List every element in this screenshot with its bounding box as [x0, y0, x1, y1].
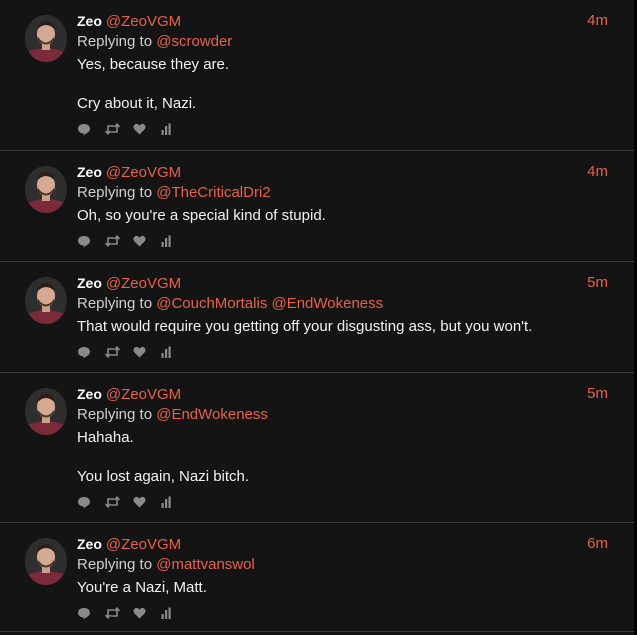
tweet-text: You're a Nazi, Matt.	[77, 578, 608, 598]
tweet-paragraph: You're a Nazi, Matt.	[77, 579, 207, 596]
avatar[interactable]	[25, 388, 67, 435]
tweet-text: Hahaha. You lost again, Nazi bitch.	[77, 428, 608, 487]
tweet-paragraph: That would require you getting off your …	[77, 318, 533, 335]
analytics-icon[interactable]	[161, 122, 189, 136]
tweet-text: That would require you getting off your …	[77, 317, 608, 337]
user-handle[interactable]: @ZeoVGM	[106, 13, 181, 30]
tweet-header: Zeo @ZeoVGM 5m	[77, 385, 608, 403]
reply-icon[interactable]	[77, 606, 105, 620]
reply-context: Replying to @TheCriticalDri2	[77, 183, 608, 203]
tweet-feed: Zeo @ZeoVGM 4m Replying to @scrowder Yes,…	[0, 0, 634, 635]
analytics-icon[interactable]	[161, 234, 189, 248]
display-name[interactable]: Zeo	[77, 275, 102, 291]
avatar[interactable]	[25, 277, 67, 324]
reply-context: Replying to @CouchMortalis @EndWokeness	[77, 294, 608, 314]
timestamp[interactable]: 5m	[587, 385, 608, 403]
tweet-item[interactable]: Zeo @ZeoVGM 5m Replying to @EndWokeness H…	[0, 373, 634, 523]
tweet-actions	[77, 345, 608, 359]
timestamp[interactable]: 4m	[587, 12, 608, 30]
tweet-actions	[77, 495, 608, 509]
reply-label: Replying to	[77, 406, 153, 423]
analytics-icon[interactable]	[161, 606, 189, 620]
tweet-header: Zeo @ZeoVGM 5m	[77, 274, 608, 292]
reply-icon[interactable]	[77, 345, 105, 359]
reply-icon[interactable]	[77, 122, 105, 136]
avatar[interactable]	[25, 538, 67, 585]
display-name[interactable]: Zeo	[77, 386, 102, 402]
retweet-icon[interactable]	[105, 495, 133, 509]
analytics-icon[interactable]	[161, 345, 189, 359]
analytics-icon[interactable]	[161, 495, 189, 509]
reply-label: Replying to	[77, 556, 153, 573]
tweet-item[interactable]: Zeo @ZeoVGM 4m Replying to @TheCriticalDr…	[0, 151, 634, 262]
retweet-icon[interactable]	[105, 345, 133, 359]
tweet-header: Zeo @ZeoVGM 4m	[77, 163, 608, 181]
reply-label: Replying to	[77, 184, 153, 201]
like-icon[interactable]	[133, 606, 161, 620]
tweet-header: Zeo @ZeoVGM 6m	[77, 535, 608, 553]
user-handle[interactable]: @ZeoVGM	[106, 275, 181, 292]
reply-to-link[interactable]: @TheCriticalDri2	[156, 184, 270, 201]
tweet-paragraph: Yes, because they are.	[77, 56, 230, 73]
display-name[interactable]: Zeo	[77, 536, 102, 552]
reply-to-link[interactable]: @CouchMortalis @EndWokeness	[156, 295, 383, 312]
tweet-header: Zeo @ZeoVGM 4m	[77, 12, 608, 30]
timestamp[interactable]: 6m	[587, 535, 608, 553]
reply-to-link[interactable]: @EndWokeness	[156, 406, 268, 423]
retweet-icon[interactable]	[105, 606, 133, 620]
timestamp[interactable]: 4m	[587, 163, 608, 181]
reply-to-link[interactable]: @scrowder	[156, 33, 232, 50]
user-handle[interactable]: @ZeoVGM	[106, 536, 181, 553]
reply-context: Replying to @mattvanswol	[77, 555, 608, 575]
user-handle[interactable]: @ZeoVGM	[106, 386, 181, 403]
like-icon[interactable]	[133, 495, 161, 509]
reply-label: Replying to	[77, 33, 153, 50]
reply-context: Replying to @EndWokeness	[77, 405, 608, 425]
timestamp[interactable]: 5m	[587, 274, 608, 292]
user-handle[interactable]: @ZeoVGM	[106, 164, 181, 181]
tweet-actions	[77, 606, 608, 620]
retweet-icon[interactable]	[105, 122, 133, 136]
reply-to-link[interactable]: @mattvanswol	[156, 556, 255, 573]
tweet-actions	[77, 234, 608, 248]
reply-context: Replying to @scrowder	[77, 32, 608, 52]
tweet-item[interactable]: Zeo @ZeoVGM 6m Replying to @mattvanswol Y…	[0, 523, 634, 632]
tweet-item[interactable]: Zeo @ZeoVGM 4m Replying to @scrowder Yes,…	[0, 0, 634, 151]
tweet-paragraph: You lost again, Nazi bitch.	[77, 468, 250, 485]
reply-icon[interactable]	[77, 234, 105, 248]
like-icon[interactable]	[133, 234, 161, 248]
display-name[interactable]: Zeo	[77, 13, 102, 29]
like-icon[interactable]	[133, 122, 161, 136]
tweet-item[interactable]: Zeo @ZeoVGM 5m Replying to @CouchMortalis…	[0, 262, 634, 373]
reply-label: Replying to	[77, 295, 153, 312]
display-name[interactable]: Zeo	[77, 164, 102, 180]
tweet-actions	[77, 122, 608, 136]
tweet-paragraph: Cry about it, Nazi.	[77, 95, 197, 112]
tweet-paragraph: Oh, so you're a special kind of stupid.	[77, 207, 326, 224]
tweet-text: Yes, because they are. Cry about it, Naz…	[77, 55, 608, 114]
tweet-text: Oh, so you're a special kind of stupid.	[77, 206, 608, 226]
retweet-icon[interactable]	[105, 234, 133, 248]
tweet-paragraph: Hahaha.	[77, 429, 134, 446]
avatar[interactable]	[25, 166, 67, 213]
avatar[interactable]	[25, 15, 67, 62]
reply-icon[interactable]	[77, 495, 105, 509]
like-icon[interactable]	[133, 345, 161, 359]
